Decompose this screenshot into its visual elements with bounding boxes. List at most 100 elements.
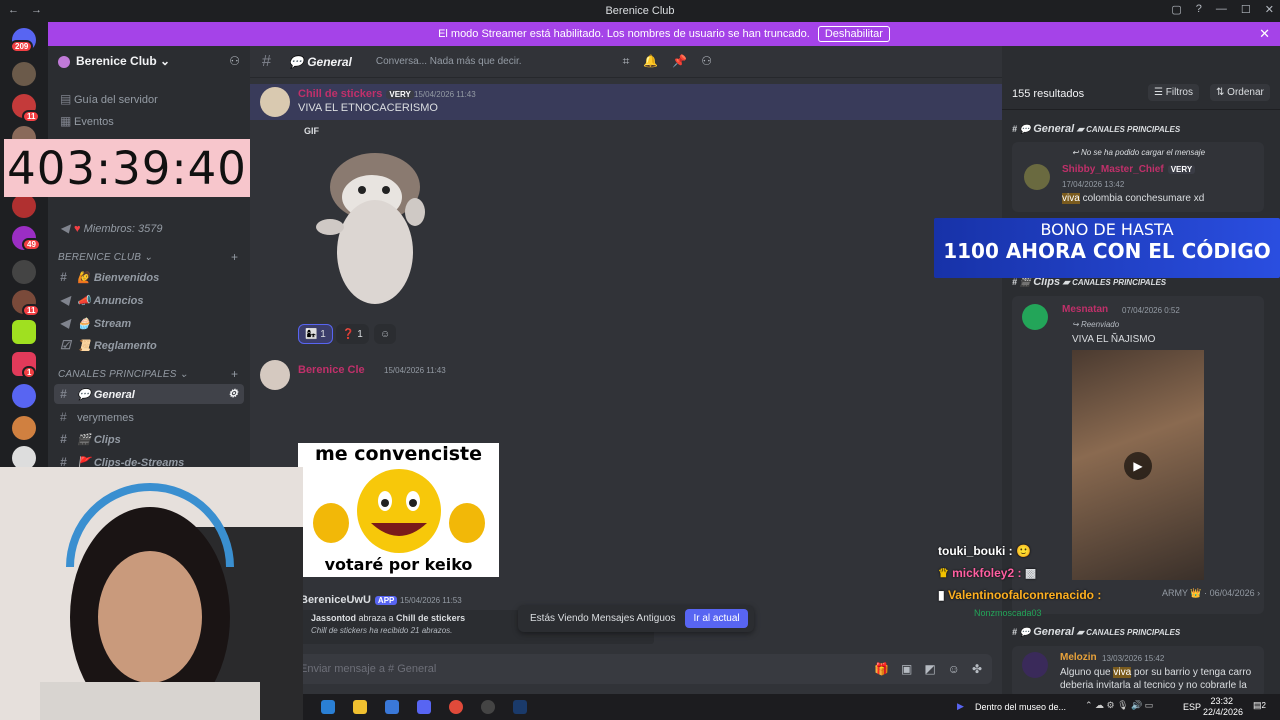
banner-text: El modo Streamer está habilitado. Los no…: [438, 28, 810, 40]
close-banner-icon[interactable]: ✕: [1259, 26, 1270, 42]
megaphone-icon: ◀: [60, 293, 70, 307]
sticker-icon[interactable]: ◩: [924, 662, 935, 676]
events-item[interactable]: ▦ Eventos: [60, 114, 114, 128]
clock[interactable]: 23:32 22/4/2026: [1203, 696, 1243, 718]
avatar[interactable]: [260, 87, 290, 117]
server-header[interactable]: Berenice Club ⌄: [58, 54, 170, 68]
server-icon[interactable]: [12, 384, 36, 408]
gift-icon[interactable]: 🎁: [874, 662, 889, 676]
username[interactable]: BereniceUwU APP: [300, 594, 398, 606]
steam-icon[interactable]: [513, 700, 527, 714]
speaker-icon: ◀: [60, 221, 70, 235]
chat-header: # 💬 General Conversa... Nada más que dec…: [250, 46, 1002, 78]
obs-icon[interactable]: [481, 700, 495, 714]
minimize-button[interactable]: —: [1216, 3, 1227, 16]
notifications-icon[interactable]: ▤2: [1253, 700, 1266, 711]
edge-icon[interactable]: [321, 700, 335, 714]
maximize-button[interactable]: ☐: [1241, 3, 1251, 16]
meme-image[interactable]: me convenciste votaré por keiko: [298, 443, 499, 577]
server-guide-item[interactable]: ▤ Guía del servidor: [60, 92, 158, 106]
channel-reglamento[interactable]: ☑ 📜 Reglamento: [60, 338, 157, 352]
category-berenice-club[interactable]: BERENICE CLUB ⌄: [58, 252, 153, 263]
category-canales-principales[interactable]: CANALES PRINCIPALES ⌄: [58, 369, 188, 380]
members-count-item[interactable]: ◀ ♥ Miembros: 3579: [60, 221, 162, 235]
channel-clips[interactable]: # 🎬 Clips: [60, 432, 121, 446]
channel-topic[interactable]: Conversa... Nada más que decir.: [376, 56, 522, 67]
threads-icon[interactable]: ⌗: [623, 54, 630, 69]
dancing-cat-gif[interactable]: [310, 142, 440, 312]
overlay-chat-line: touki_bouki : 🙂: [938, 544, 1031, 558]
add-channel-icon[interactable]: +: [231, 250, 238, 264]
result-channel-header[interactable]: # 💬 General ▰ CANALES PRINCIPALES: [1012, 626, 1180, 638]
emoji-icon[interactable]: ☺: [948, 662, 960, 676]
message-text: VIVA EL ÑAJISMO: [1072, 334, 1156, 345]
overlay-chat-line: ▮ Valentinoofalconrenacido :: [938, 588, 1102, 602]
channel-stream[interactable]: ◀ 🧁 Stream: [60, 316, 131, 330]
pin-icon[interactable]: 📌: [672, 54, 687, 69]
message-input[interactable]: Enviar mensaje a # General 🎁 ▣ ◩ ☺ ✤: [260, 654, 992, 684]
settings-gear-icon[interactable]: ⚙: [228, 387, 238, 400]
username[interactable]: Shibby_Master_Chief VERY: [1062, 164, 1196, 175]
avatar[interactable]: [260, 360, 290, 390]
avatar[interactable]: [1022, 304, 1048, 330]
store-icon[interactable]: [385, 700, 399, 714]
unread-badge: 49: [22, 238, 41, 251]
username[interactable]: Chill de stickers VERY: [298, 88, 414, 100]
channel-bienvenidos[interactable]: # 🙋 Bienvenidos: [60, 270, 159, 284]
avatar[interactable]: [1024, 164, 1050, 190]
add-member-icon[interactable]: ⚇: [229, 54, 240, 68]
server-icon[interactable]: [12, 416, 36, 440]
add-channel-icon[interactable]: +: [231, 367, 238, 381]
filters-button[interactable]: ☰ Filtros: [1148, 84, 1199, 101]
chat-message[interactable]: Chill de stickers VERY 15/04/2026 11:43 V…: [250, 84, 1002, 120]
media-player-icon[interactable]: ▶: [957, 701, 964, 712]
chat-message[interactable]: Berenice Cle 15/04/2026 11:43: [250, 358, 1002, 390]
timestamp: 15/04/2026 11:53: [400, 596, 462, 605]
server-icon[interactable]: [12, 194, 36, 218]
reaction-chip[interactable]: 👩‍👧 1: [298, 324, 333, 344]
chrome-icon[interactable]: [449, 700, 463, 714]
chat-area: # 💬 General Conversa... Nada más que dec…: [250, 46, 1002, 698]
server-icon[interactable]: [12, 62, 36, 86]
gif-picker-icon[interactable]: ▣: [901, 662, 912, 676]
server-icon[interactable]: [12, 260, 36, 284]
rules-icon: ☑: [60, 338, 71, 352]
username[interactable]: Melozin: [1060, 652, 1097, 663]
disable-button[interactable]: Deshabilitar: [817, 26, 890, 42]
play-icon[interactable]: ▶: [1124, 452, 1152, 480]
old-messages-bar: Estás Viendo Mensajes Antiguos Ir al act…: [518, 605, 754, 632]
message-text: viva colombia conchesumare xd: [1062, 193, 1205, 204]
search-result[interactable]: ↩ No se ha podido cargar el mensaje Shib…: [1012, 142, 1264, 212]
help-icon[interactable]: ?: [1196, 3, 1202, 16]
channel-anuncios[interactable]: ◀ 📣 Anuncios: [60, 293, 144, 307]
system-tray-icons[interactable]: ⌃ ☁ ⚙ 🎙 🔊 ▭: [1085, 700, 1153, 711]
result-channel-header[interactable]: # 💬 General ▰ CANALES PRINCIPALES: [1012, 123, 1180, 135]
channel-general[interactable]: # 💬 General ⚙: [54, 384, 244, 404]
username[interactable]: Berenice Cle: [298, 364, 365, 376]
member-list-icon[interactable]: ⚇: [701, 54, 712, 69]
unread-badge: 209: [10, 40, 34, 53]
media-title[interactable]: Dentro del museo de...: [975, 702, 1066, 712]
sort-button[interactable]: ⇅ Ordenar: [1210, 84, 1270, 101]
avatar[interactable]: [1022, 652, 1048, 678]
reaction-chip[interactable]: ❓ 1: [336, 324, 369, 344]
discord-icon[interactable]: [417, 700, 431, 714]
notification-bell-icon[interactable]: 🔔: [643, 54, 658, 69]
channel-verymemes[interactable]: # verymemes: [60, 410, 134, 424]
username[interactable]: Mesnatan: [1062, 304, 1108, 315]
guide-icon: ▤: [60, 92, 72, 106]
language-indicator[interactable]: ESP: [1183, 702, 1201, 712]
timestamp: 15/04/2026 11:43: [384, 366, 446, 375]
jump-to-present-button[interactable]: Ir al actual: [685, 609, 748, 628]
unread-badge: 11: [22, 304, 41, 317]
close-window-button[interactable]: ✕: [1265, 3, 1274, 16]
server-icon[interactable]: [12, 320, 36, 344]
add-reaction-icon[interactable]: ☺: [374, 324, 397, 344]
apps-icon[interactable]: ✤: [972, 662, 982, 676]
file-explorer-icon[interactable]: [353, 700, 367, 714]
inbox-icon[interactable]: ▢: [1171, 3, 1181, 16]
reply-reference: ↩ No se ha podido cargar el mensaje: [1072, 148, 1206, 157]
search-result[interactable]: Melozin 13/03/2026 15:42 Alguno que viva…: [1012, 646, 1264, 698]
channel-hash-icon: #: [262, 52, 271, 70]
calendar-icon: ▦: [60, 114, 72, 128]
